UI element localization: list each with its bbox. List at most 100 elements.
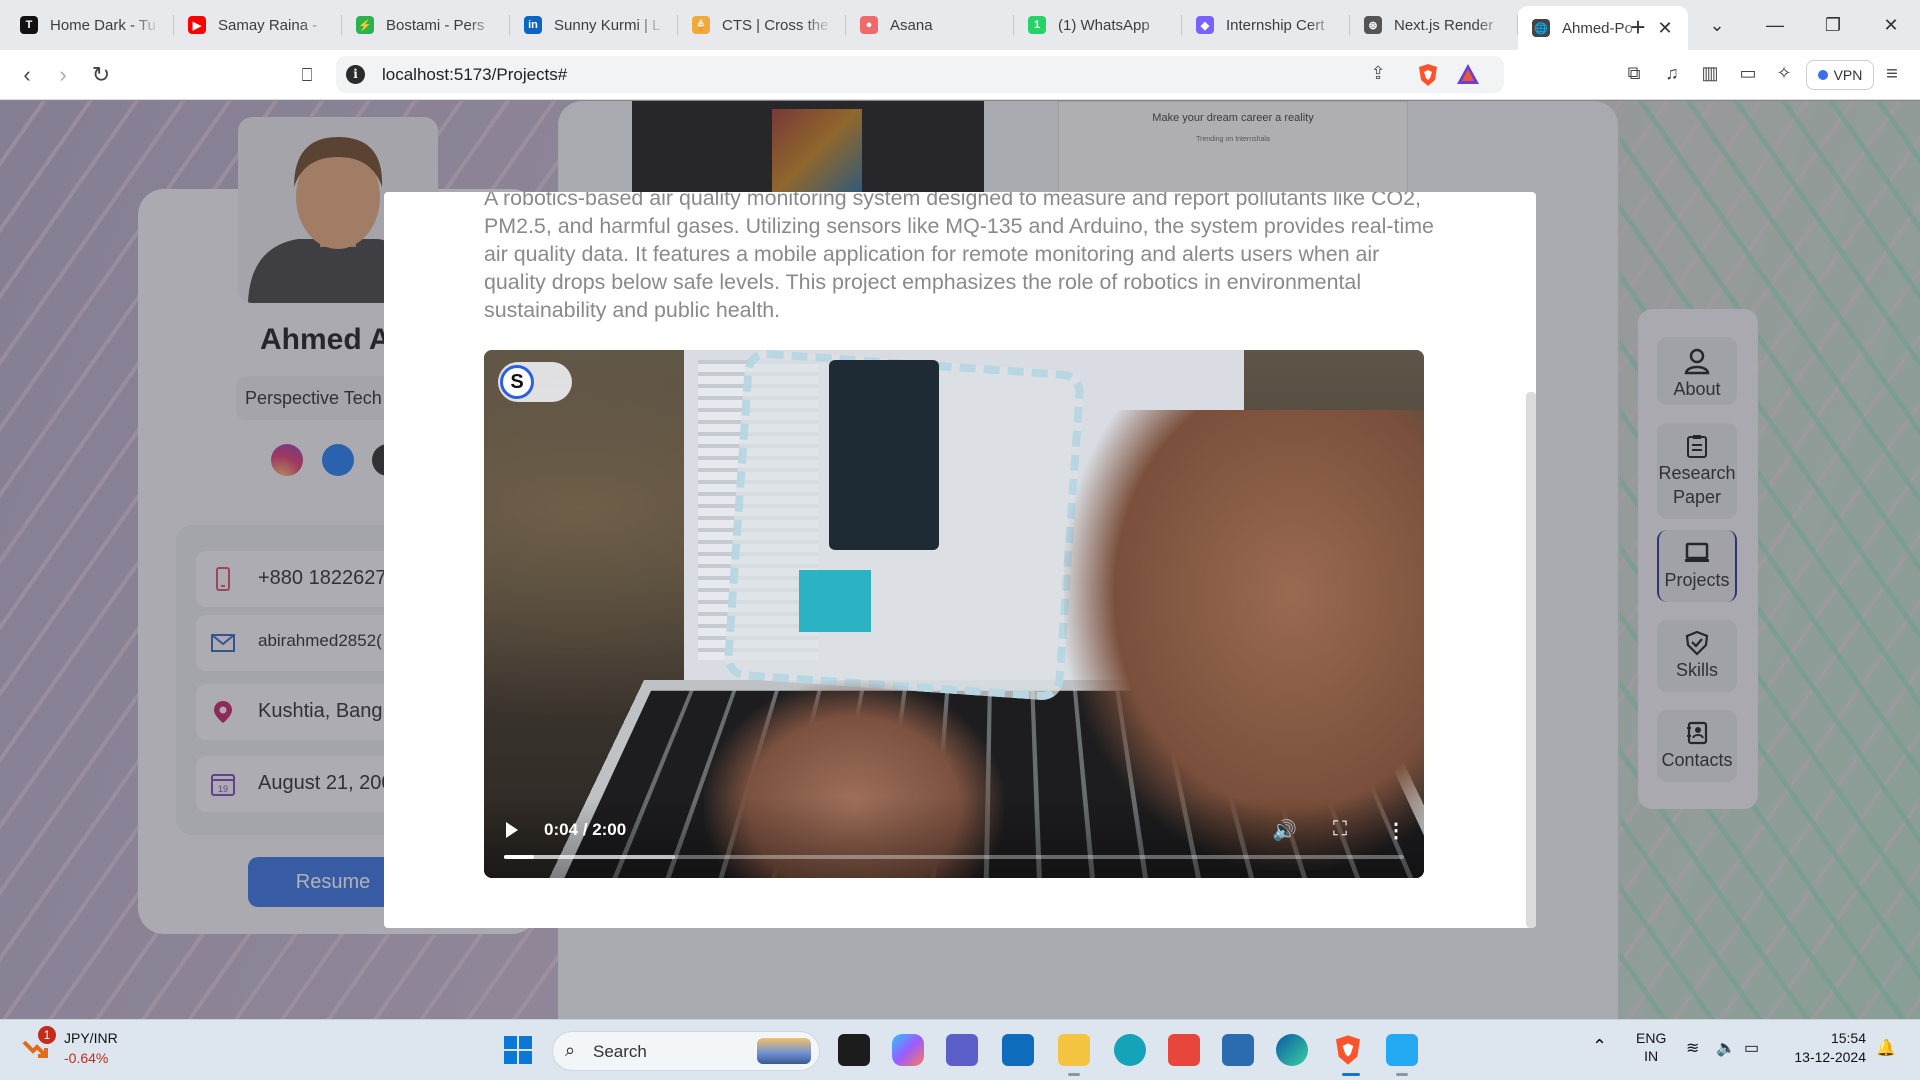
start-icon[interactable]	[502, 1034, 534, 1066]
ticker-name: JPY/INR	[64, 1030, 118, 1046]
clock-time: 15:54	[1830, 1030, 1866, 1046]
copilot-icon[interactable]	[892, 1034, 924, 1066]
tab-title: CTS | Cross the	[722, 16, 829, 34]
tab-favicon-icon: in	[524, 16, 542, 34]
new-tab-button[interactable]: +	[1624, 12, 1652, 43]
clock-date: 13-12-2024	[1794, 1049, 1866, 1065]
camera-app-icon[interactable]	[1168, 1034, 1200, 1066]
search-highlight-icon	[757, 1038, 811, 1064]
modal-scrollbar[interactable]	[1526, 392, 1536, 928]
tab-search-chevron-icon[interactable]: ⌄	[1688, 0, 1746, 50]
lang-top: ENG	[1636, 1030, 1667, 1046]
video-progress-bar[interactable]	[504, 855, 1404, 859]
video-controls: 0:04 / 2:00 🔊 ⛶ ⋮	[484, 798, 1424, 878]
remote-desktop-icon[interactable]	[1222, 1034, 1254, 1066]
tab-favicon-icon: T	[20, 16, 38, 34]
browser-tab[interactable]: ⚡ Bostami - Pers	[342, 6, 510, 44]
edge-icon[interactable]	[1276, 1034, 1308, 1066]
browser-tab[interactable]: in Sunny Kurmi | L	[510, 6, 678, 44]
teams-icon[interactable]	[946, 1034, 978, 1066]
address-bar: ‹ › ↻ ⎕ i localhost:5173/Projects# ⇪ ⧉ ♫…	[0, 50, 1920, 100]
search-label: Search	[593, 1042, 647, 1061]
taskbar-search[interactable]: ⌕ Search	[552, 1031, 820, 1071]
minimize-button[interactable]: —	[1746, 0, 1804, 50]
wallet-icon[interactable]: ▭	[1736, 63, 1760, 87]
leo-ai-icon[interactable]: ✧	[1772, 63, 1796, 87]
file-explorer-icon[interactable]	[1058, 1034, 1090, 1066]
fullscreen-icon[interactable]: ⛶	[1328, 818, 1352, 842]
tab-title: Internship Cert	[1226, 16, 1325, 34]
browser-tab[interactable]: ◆ Internship Cert	[1182, 6, 1350, 44]
reload-icon[interactable]: ↻	[88, 62, 114, 88]
vpn-button[interactable]: VPN	[1806, 60, 1874, 90]
tab-list: T Home Dark - Tu ▶ Samay Raina - ⚡ Bostami - …	[0, 0, 1688, 50]
tab-favicon-icon: ⚡	[356, 16, 374, 34]
url-text[interactable]: localhost:5173/Projects#	[382, 65, 567, 85]
tab-favicon-icon: 1	[1028, 16, 1046, 34]
project-description: A robotics-based air quality monitoring …	[484, 192, 1434, 322]
lang-bottom: IN	[1644, 1048, 1659, 1064]
share-icon[interactable]: ⇪	[1366, 63, 1390, 87]
vscode-icon[interactable]	[1386, 1034, 1418, 1066]
play-icon[interactable]	[506, 822, 518, 838]
tab-favicon-icon: 🍦	[692, 16, 710, 34]
browser-tab[interactable]: T Home Dark - Tu	[6, 6, 174, 44]
video-time: 0:04 / 2:00	[544, 820, 627, 839]
menu-icon[interactable]: ≡	[1880, 63, 1904, 87]
running-indicator	[1342, 1073, 1360, 1076]
site-info-icon[interactable]: i	[346, 65, 365, 84]
wifi-icon[interactable]: ≋	[1686, 1038, 1699, 1058]
volume-icon[interactable]: 🔊	[1272, 818, 1297, 842]
tab-title: Samay Raina -	[218, 16, 318, 34]
task-view-icon[interactable]	[838, 1034, 870, 1066]
language-indicator[interactable]: ENG IN	[1636, 1030, 1666, 1064]
brave-shields-icon[interactable]	[1416, 63, 1440, 87]
browser-tab[interactable]: ⊛ Next.js Render	[1350, 6, 1518, 44]
cortana-icon[interactable]	[1114, 1034, 1146, 1066]
bookmark-icon[interactable]: ⎕	[294, 62, 320, 88]
tab-close-icon[interactable]: ✕	[1656, 18, 1674, 39]
battery-icon[interactable]: ▭	[1744, 1038, 1759, 1058]
browser-tab[interactable]: ● Asana	[846, 6, 1014, 44]
project-video-player[interactable]: S 0:04 / 2:00 🔊 ⛶ ⋮	[484, 350, 1424, 878]
browser-tab[interactable]: 1 (1) WhatsApp	[1014, 6, 1182, 44]
tab-favicon-icon: ◆	[1196, 16, 1214, 34]
browser-tab[interactable]: ▶ Samay Raina -	[174, 6, 342, 44]
window-controls: ⌄ — ❐ ✕	[1688, 0, 1920, 50]
s-badge-icon: S	[500, 365, 534, 399]
running-indicator	[1396, 1073, 1408, 1076]
extensions-icon[interactable]: ⧉	[1622, 63, 1646, 87]
back-icon[interactable]: ‹	[14, 62, 40, 88]
search-icon: ⌕	[565, 1040, 576, 1060]
omnibox[interactable]: i localhost:5173/Projects# ⇪	[336, 56, 1504, 93]
store-icon[interactable]	[1002, 1034, 1034, 1066]
forward-icon[interactable]: ›	[50, 62, 76, 88]
ticker-change: -0.64%	[64, 1050, 109, 1066]
tab-title: Home Dark - Tu	[50, 16, 156, 34]
windows-taskbar: 1 JPY/INR -0.64% ⌕ Search ⌃ ENG IN ≋ 🔈 ▭…	[0, 1019, 1920, 1080]
clock[interactable]: 15:54 13-12-2024	[1786, 1030, 1866, 1065]
sidebar-icon[interactable]: ▥	[1698, 63, 1722, 87]
video-dht-sensor	[799, 570, 871, 632]
overlay-toggle[interactable]: S	[498, 362, 572, 402]
volume-tray-icon[interactable]: 🔈	[1716, 1038, 1736, 1058]
video-progress-fill	[504, 855, 534, 859]
video-microcontroller	[829, 360, 939, 550]
brave-icon[interactable]	[1332, 1034, 1364, 1066]
running-indicator	[1068, 1073, 1080, 1076]
browser-tab[interactable]: 🌐 Ahmed-Po ✕	[1518, 6, 1688, 50]
show-hidden-icons-icon[interactable]: ⌃	[1592, 1036, 1607, 1057]
close-window-button[interactable]: ✕	[1862, 0, 1920, 50]
tab-title: (1) WhatsApp	[1058, 16, 1150, 34]
tab-title: Next.js Render	[1394, 16, 1494, 34]
tab-title: Sunny Kurmi | L	[554, 16, 661, 34]
vpn-label: VPN	[1833, 67, 1863, 83]
brave-rewards-icon[interactable]	[1456, 63, 1480, 87]
more-options-icon[interactable]: ⋮	[1384, 818, 1408, 842]
tab-favicon-icon: ⊛	[1364, 16, 1382, 34]
notification-bell-icon[interactable]: 🔔	[1876, 1038, 1896, 1058]
tab-favicon-icon: ▶	[188, 16, 206, 34]
media-icon[interactable]: ♫	[1660, 63, 1684, 87]
browser-tab[interactable]: 🍦 CTS | Cross the	[678, 6, 846, 44]
restore-button[interactable]: ❐	[1804, 0, 1862, 50]
